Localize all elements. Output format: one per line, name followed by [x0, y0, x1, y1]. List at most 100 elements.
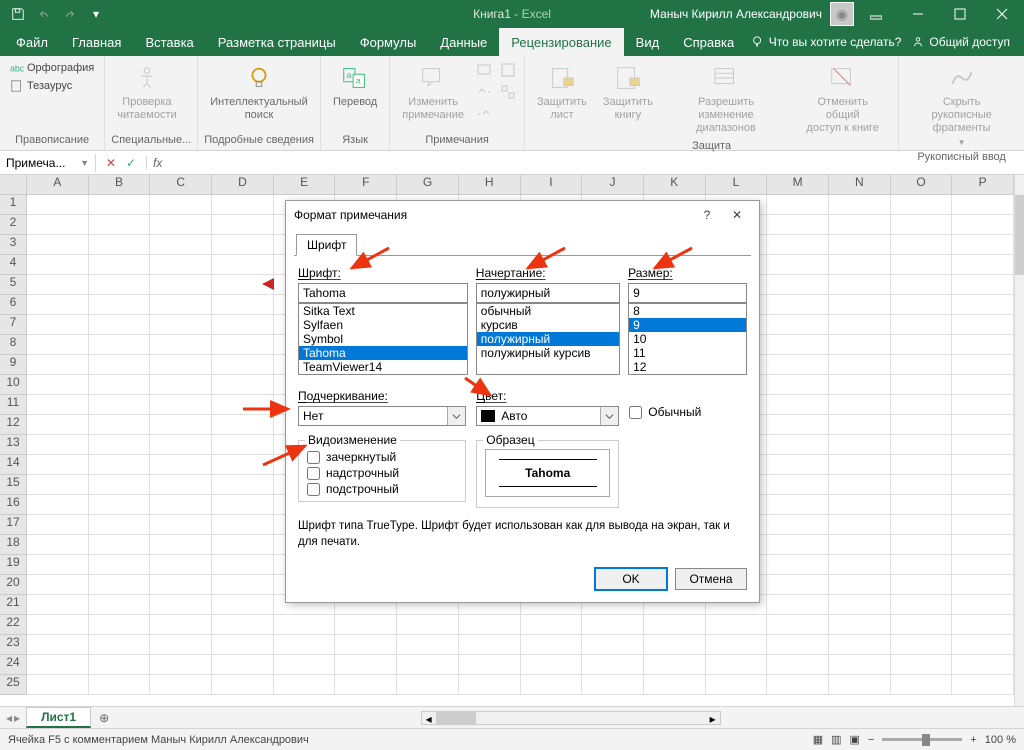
- cell[interactable]: [582, 675, 644, 695]
- cell[interactable]: [891, 515, 953, 535]
- row-header[interactable]: 14: [0, 455, 27, 475]
- cell[interactable]: [952, 415, 1014, 435]
- cell[interactable]: [89, 335, 151, 355]
- cell[interactable]: [582, 655, 644, 675]
- username[interactable]: Маныч Кирилл Александрович: [650, 7, 822, 21]
- cell[interactable]: [891, 675, 953, 695]
- row-header[interactable]: 13: [0, 435, 27, 455]
- cell[interactable]: [150, 435, 212, 455]
- row-header[interactable]: 18: [0, 535, 27, 555]
- row-header[interactable]: 25: [0, 675, 27, 695]
- cell[interactable]: [891, 395, 953, 415]
- font-listbox[interactable]: Sitka TextSylfaenSymbolTahomaTeamViewer1…: [298, 303, 468, 375]
- cell[interactable]: [521, 615, 583, 635]
- cell[interactable]: [829, 375, 891, 395]
- accept-formula-icon[interactable]: ✓: [124, 156, 138, 170]
- cell[interactable]: [952, 255, 1014, 275]
- style-input[interactable]: [476, 283, 620, 303]
- cell[interactable]: [767, 375, 829, 395]
- cell[interactable]: [150, 515, 212, 535]
- cell[interactable]: [767, 515, 829, 535]
- cell[interactable]: [212, 255, 274, 275]
- cell[interactable]: [27, 555, 89, 575]
- protect-sheet-button[interactable]: Защитить лист: [531, 60, 593, 124]
- cell[interactable]: [27, 595, 89, 615]
- cell[interactable]: [829, 395, 891, 415]
- cell[interactable]: [767, 395, 829, 415]
- maximize-icon[interactable]: [940, 0, 980, 28]
- col-header[interactable]: N: [829, 175, 891, 195]
- col-header[interactable]: D: [212, 175, 274, 195]
- sheet-nav-prev-icon[interactable]: ◂: [6, 711, 12, 725]
- col-header[interactable]: K: [644, 175, 706, 195]
- cell[interactable]: [952, 395, 1014, 415]
- cell[interactable]: [150, 475, 212, 495]
- cell[interactable]: [767, 495, 829, 515]
- cell[interactable]: [89, 615, 151, 635]
- cell[interactable]: [891, 215, 953, 235]
- cell[interactable]: [891, 635, 953, 655]
- row-header[interactable]: 3: [0, 235, 27, 255]
- ribbon-tab-3[interactable]: Разметка страницы: [206, 28, 348, 56]
- cell[interactable]: [459, 675, 521, 695]
- cell[interactable]: [952, 675, 1014, 695]
- col-header[interactable]: H: [459, 175, 521, 195]
- cell[interactable]: [212, 315, 274, 335]
- cell[interactable]: [891, 575, 953, 595]
- list-item[interactable]: 9: [629, 318, 746, 332]
- cell[interactable]: [27, 575, 89, 595]
- cell[interactable]: [27, 275, 89, 295]
- cell[interactable]: [150, 235, 212, 255]
- cell[interactable]: [27, 335, 89, 355]
- cell[interactable]: [952, 555, 1014, 575]
- cell[interactable]: [89, 215, 151, 235]
- cell[interactable]: [829, 655, 891, 675]
- minimize-icon[interactable]: [898, 0, 938, 28]
- cell[interactable]: [891, 415, 953, 435]
- close-icon[interactable]: [982, 0, 1022, 28]
- dialog-close-icon[interactable]: ✕: [723, 204, 751, 226]
- cell[interactable]: [767, 195, 829, 215]
- cell[interactable]: [212, 455, 274, 475]
- cell[interactable]: [89, 595, 151, 615]
- row-header[interactable]: 12: [0, 415, 27, 435]
- cell[interactable]: [27, 415, 89, 435]
- cell[interactable]: [644, 675, 706, 695]
- cell[interactable]: [27, 355, 89, 375]
- cell[interactable]: [274, 635, 336, 655]
- spelling-button[interactable]: abcОрфография: [6, 60, 98, 76]
- cell[interactable]: [767, 595, 829, 615]
- cell[interactable]: [212, 615, 274, 635]
- cell[interactable]: [89, 575, 151, 595]
- cell[interactable]: [891, 495, 953, 515]
- cell[interactable]: [891, 455, 953, 475]
- col-header[interactable]: I: [521, 175, 583, 195]
- row-header[interactable]: 16: [0, 495, 27, 515]
- list-item[interactable]: полужирный: [477, 332, 619, 346]
- cell[interactable]: [27, 395, 89, 415]
- list-item[interactable]: Sylfaen: [299, 318, 467, 332]
- cell[interactable]: [459, 655, 521, 675]
- avatar-icon[interactable]: ◉: [830, 2, 854, 26]
- cell[interactable]: [150, 295, 212, 315]
- cell[interactable]: [212, 495, 274, 515]
- col-header[interactable]: M: [767, 175, 829, 195]
- cell[interactable]: [212, 395, 274, 415]
- cell[interactable]: [89, 555, 151, 575]
- cancel-formula-icon[interactable]: ✕: [104, 156, 118, 170]
- cell[interactable]: [212, 355, 274, 375]
- cell[interactable]: [89, 415, 151, 435]
- superscript-checkbox[interactable]: надстрочный: [307, 465, 457, 481]
- cell[interactable]: [27, 215, 89, 235]
- cell[interactable]: [150, 215, 212, 235]
- cell[interactable]: [829, 595, 891, 615]
- cell[interactable]: [952, 655, 1014, 675]
- cell[interactable]: [27, 675, 89, 695]
- cell[interactable]: [829, 315, 891, 335]
- cell[interactable]: [150, 615, 212, 635]
- cell[interactable]: [952, 535, 1014, 555]
- cell[interactable]: [212, 555, 274, 575]
- share-button[interactable]: Общий доступ: [901, 35, 1020, 49]
- cell[interactable]: [150, 495, 212, 515]
- cell[interactable]: [767, 535, 829, 555]
